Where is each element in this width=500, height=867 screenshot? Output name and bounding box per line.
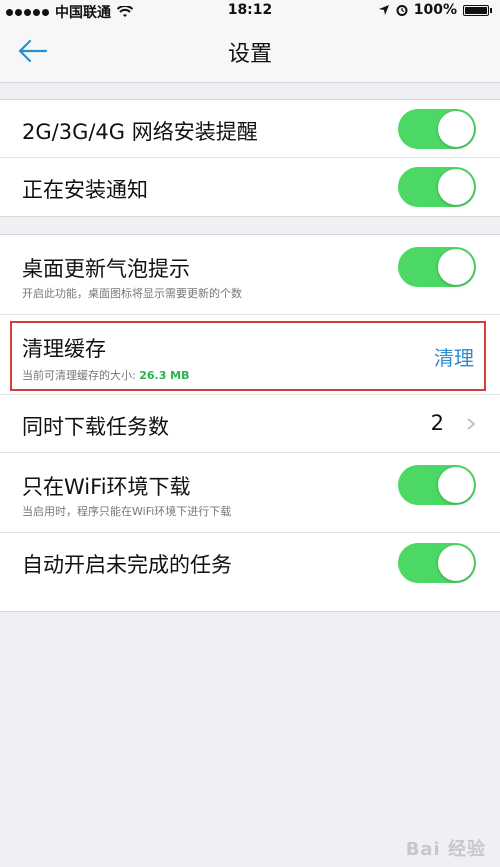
alarm-clock-icon [396,5,408,16]
setting-description: 开启此功能，桌面图标将显示需要更新的个数 [22,287,242,300]
cache-size-prefix: 当前可清理缓存的大小: [22,369,140,382]
status-right: 100% [378,2,492,18]
cache-size-value: 26.3 MB [139,369,190,382]
toggle-knob [438,169,474,205]
wifi-only-toggle[interactable] [398,465,476,505]
settings-group-general: 桌面更新气泡提示 开启此功能，桌面图标将显示需要更新的个数 清理缓存 当前可清理… [0,234,500,612]
clear-cache-button[interactable]: 清理 [434,342,474,371]
status-bar: 中国联通 18:12 100% [0,0,500,21]
navigation-bar: 设置 [0,20,500,83]
setting-concurrent-downloads[interactable]: 同时下载任务数 2 [0,395,500,453]
setting-label: 同时下载任务数 [22,415,169,439]
toggle-knob [438,467,474,503]
setting-clear-cache[interactable]: 清理缓存 当前可清理缓存的大小: 26.3 MB 清理 [0,315,500,395]
battery-tip [490,7,492,13]
install-notify-toggle[interactable] [398,167,476,207]
settings-group-install: 2G/3G/4G 网络安装提醒 正在安装通知 [0,99,500,217]
setting-install-notify: 正在安装通知 [0,158,500,216]
setting-label: 清理缓存 [22,337,106,361]
setting-label: 自动开启未完成的任务 [22,553,232,577]
battery-percentage: 100% [413,2,457,18]
setting-auto-resume: 自动开启未完成的任务 [0,533,500,611]
cache-size-text: 当前可清理缓存的大小: 26.3 MB [22,367,190,383]
toggle-knob [438,249,474,285]
setting-wifi-only: 只在WiFi环境下载 当启用时，程序只能在WiFi环境下进行下载 [0,453,500,533]
setting-description: 当启用时，程序只能在WiFi环境下进行下载 [22,505,232,518]
setting-label: 只在WiFi环境下载 [22,475,191,499]
concurrent-downloads-value: 2 [430,411,444,435]
watermark: Bai 经验 [405,839,486,860]
page-title: 设置 [227,42,272,67]
setting-label: 2G/3G/4G 网络安装提醒 [22,120,258,144]
location-arrow-icon [378,5,389,15]
setting-network-reminder: 2G/3G/4G 网络安装提醒 [0,100,500,158]
setting-label: 正在安装通知 [22,178,148,202]
setting-label: 桌面更新气泡提示 [22,257,190,281]
setting-desktop-bubble: 桌面更新气泡提示 开启此功能，桌面图标将显示需要更新的个数 [0,235,500,315]
auto-resume-toggle[interactable] [398,543,476,583]
battery-icon [463,4,489,16]
chevron-right-icon [467,418,476,430]
network-reminder-toggle[interactable] [398,109,476,149]
desktop-bubble-toggle[interactable] [398,247,476,287]
toggle-knob [438,545,474,581]
toggle-knob [438,111,474,147]
